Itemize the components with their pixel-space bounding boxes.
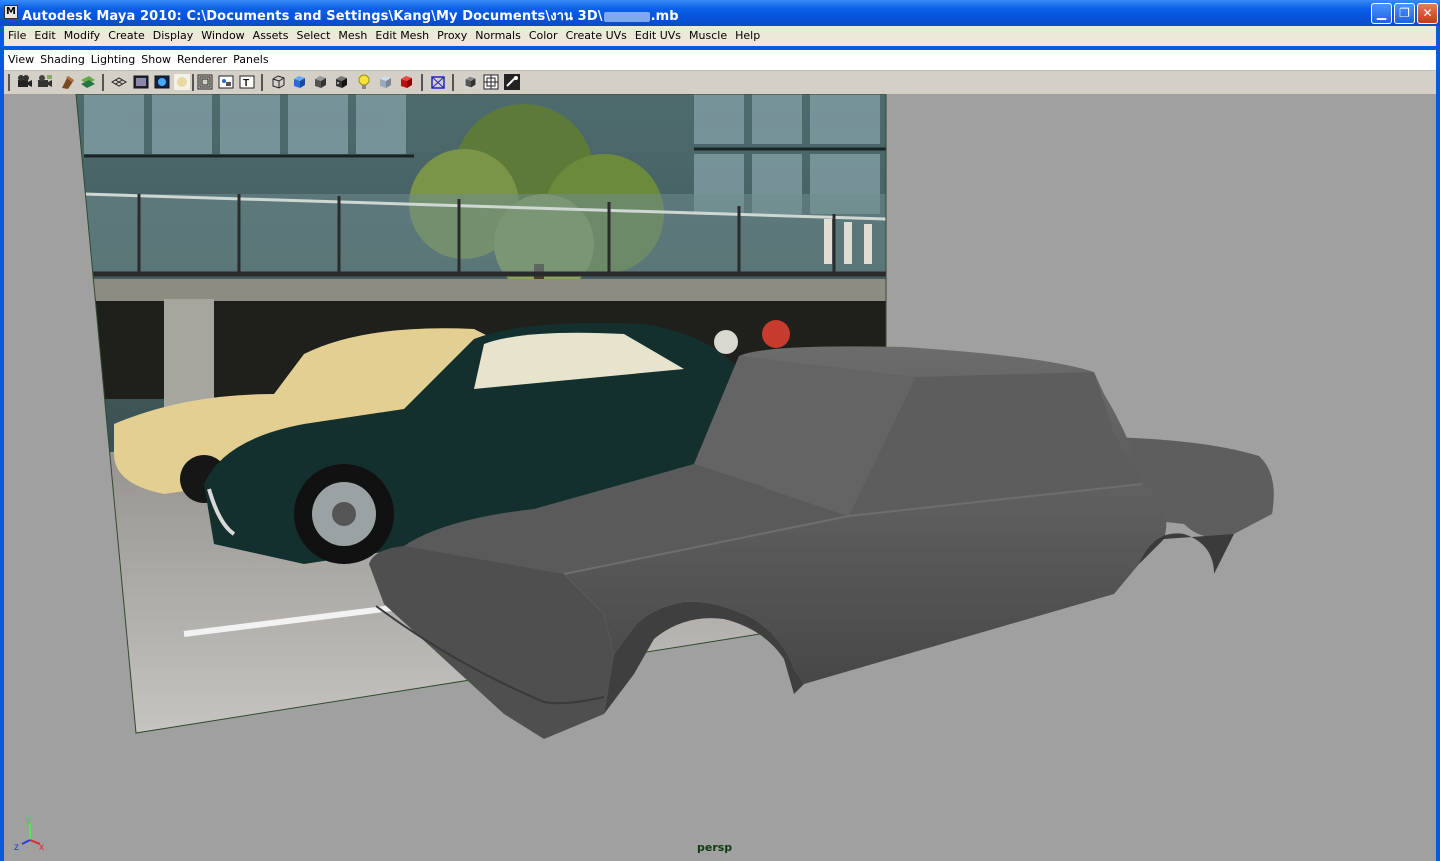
default-material-icon[interactable] <box>312 74 328 90</box>
image-plane-icon[interactable] <box>80 74 96 90</box>
panel-menu-renderer[interactable]: Renderer <box>174 50 230 70</box>
field-chart-icon[interactable] <box>197 74 213 90</box>
menu-create-uvs[interactable]: Create UVs <box>562 27 631 45</box>
safe-action-icon[interactable] <box>218 74 234 90</box>
window-title-ext: .mb <box>650 9 679 24</box>
smooth-shade-icon[interactable] <box>291 74 307 90</box>
axis-z-label: z <box>14 842 19 852</box>
wireframe-icon[interactable] <box>270 74 286 90</box>
menu-edit-mesh[interactable]: Edit Mesh <box>371 27 433 45</box>
menu-window[interactable]: Window <box>197 27 248 45</box>
toolbar-separator <box>8 74 10 91</box>
menu-modify[interactable]: Modify <box>60 27 104 45</box>
view-axis-indicator: y x z <box>10 812 50 852</box>
title-bar: M Autodesk Maya 2010: C:\Documents and S… <box>0 0 1440 26</box>
safe-title-icon[interactable]: T <box>239 74 255 90</box>
bookmark-icon[interactable] <box>60 74 76 90</box>
lights-icon[interactable] <box>356 74 372 90</box>
viewport-scene <box>75 94 1274 739</box>
film-gate-icon[interactable] <box>133 74 149 90</box>
toolbar-separator <box>421 74 423 91</box>
perspective-viewport[interactable]: y x z persp <box>4 94 1436 861</box>
panel-menu-shading[interactable]: Shading <box>37 50 88 70</box>
menu-color[interactable]: Color <box>525 27 562 45</box>
close-button[interactable]: ✕ <box>1417 3 1438 24</box>
textured-icon[interactable] <box>333 74 349 90</box>
menu-select[interactable]: Select <box>292 27 334 45</box>
menu-create[interactable]: Create <box>104 27 149 45</box>
menu-edit[interactable]: Edit <box>30 27 59 45</box>
panel-menu-view[interactable]: View <box>4 50 37 70</box>
model-panel: View Shading Lighting Show Renderer Panels T <box>4 50 1436 861</box>
svg-text:T: T <box>243 78 249 89</box>
menu-file[interactable]: File <box>4 27 30 45</box>
close-icon: ✕ <box>1422 6 1433 20</box>
minimize-icon: ▁ <box>1376 6 1387 20</box>
shadows-icon[interactable] <box>377 74 393 90</box>
panel-menu-bar: View Shading Lighting Show Renderer Panels <box>4 50 1436 71</box>
menu-proxy[interactable]: Proxy <box>433 27 471 45</box>
menu-normals[interactable]: Normals <box>471 27 525 45</box>
toolbar-separator <box>102 74 104 91</box>
toolbar-separator <box>261 74 263 91</box>
panel-menu-lighting[interactable]: Lighting <box>88 50 138 70</box>
maya-app-icon[interactable]: M <box>4 5 18 19</box>
toolbar-separator <box>192 74 194 91</box>
camera-name-label: persp <box>697 841 733 854</box>
grid-icon[interactable] <box>110 74 128 90</box>
panel-menu-show[interactable]: Show <box>138 50 174 70</box>
panel-toolbar: T <box>4 71 1436 93</box>
panel-frame: View Shading Lighting Show Renderer Panels T <box>0 46 1440 861</box>
restore-icon: ❐ <box>1399 6 1410 20</box>
xray-icon[interactable] <box>398 74 414 90</box>
axis-y-label: y <box>26 815 31 826</box>
menu-display[interactable]: Display <box>149 27 198 45</box>
toolbar-separator <box>452 74 454 91</box>
maximize-button[interactable]: ❐ <box>1394 3 1415 24</box>
isolate-select-icon[interactable] <box>430 74 446 90</box>
axis-x-label: x <box>39 842 44 852</box>
resolution-gate-icon[interactable] <box>154 74 170 90</box>
camera-attributes-icon[interactable] <box>37 74 53 90</box>
panel-menu-panels[interactable]: Panels <box>230 50 271 70</box>
menu-edit-uvs[interactable]: Edit UVs <box>631 27 685 45</box>
window-title-path: Autodesk Maya 2010: C:\Documents and Set… <box>22 9 603 24</box>
gate-mask-icon[interactable] <box>174 74 190 90</box>
xray-joints-icon[interactable] <box>483 74 499 90</box>
minimize-button[interactable]: ▁ <box>1371 3 1392 24</box>
highlight-select-icon[interactable] <box>462 74 478 90</box>
menu-assets[interactable]: Assets <box>249 27 293 45</box>
menu-help[interactable]: Help <box>731 27 764 45</box>
menu-muscle[interactable]: Muscle <box>685 27 731 45</box>
menu-mesh[interactable]: Mesh <box>334 27 371 45</box>
main-menu-bar: File Edit Modify Create Display Window Assets S… <box>4 26 1436 46</box>
wireframe-on-shaded-icon[interactable] <box>504 74 520 90</box>
window-title: Autodesk Maya 2010: C:\Documents and Set… <box>22 5 679 26</box>
select-camera-icon[interactable] <box>17 74 33 90</box>
